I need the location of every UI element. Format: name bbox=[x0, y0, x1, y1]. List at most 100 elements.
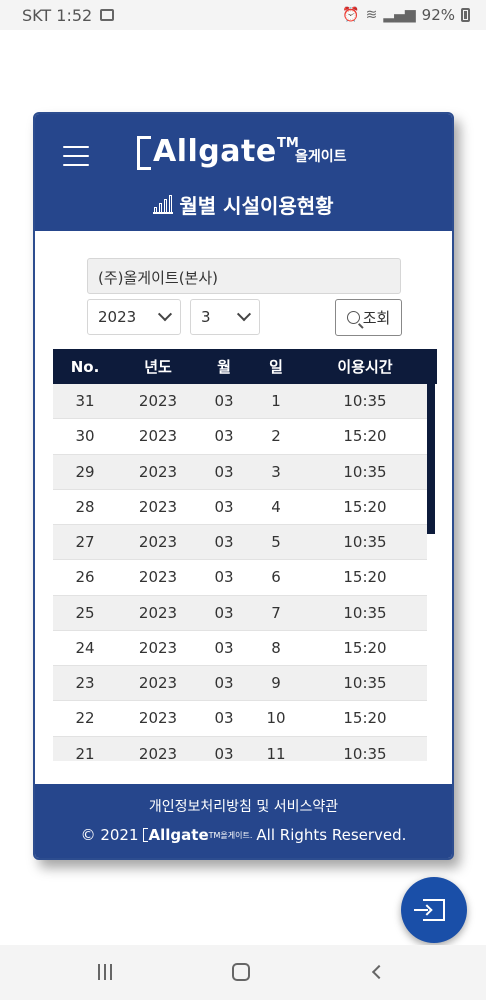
table-row[interactable]: 23 2023 03 9 10:35 bbox=[53, 666, 427, 702]
table-body: 31 2023 03 1 10:35 30 2023 03 2 15:20 29… bbox=[53, 384, 427, 761]
cell-usage-time: 15:20 bbox=[343, 497, 387, 516]
table-row[interactable]: 31 2023 03 1 10:35 bbox=[53, 384, 427, 420]
month-select[interactable]: 3 bbox=[190, 299, 260, 335]
chevron-down-icon bbox=[236, 307, 252, 322]
footer-logo-bracket bbox=[142, 828, 148, 842]
cell-year: 2023 bbox=[138, 497, 178, 516]
cell-year: 2023 bbox=[138, 392, 178, 411]
cell-year: 2023 bbox=[138, 638, 178, 657]
allgate-logo: Allgate TM 올게이트 bbox=[137, 134, 357, 174]
cell-year: 2023 bbox=[138, 674, 178, 693]
alarm-icon: ⏰ bbox=[342, 7, 360, 23]
logo-korean: 올게이트 bbox=[295, 149, 347, 165]
cell-year: 2023 bbox=[138, 462, 178, 481]
cell-year: 2023 bbox=[138, 603, 178, 622]
year-select[interactable]: 2023 bbox=[87, 299, 181, 335]
cell-month: 03 bbox=[214, 744, 234, 761]
cell-day: 1 bbox=[271, 392, 281, 411]
signal-icon: ▂▄▆ bbox=[383, 7, 416, 23]
column-header-month: 월 bbox=[217, 358, 231, 376]
hamburger-icon[interactable] bbox=[63, 146, 89, 166]
bar-chart-icon bbox=[153, 194, 174, 214]
privacy-terms-link[interactable]: 개인정보처리방침 및 서비스약관 bbox=[35, 796, 452, 816]
cell-no: 21 bbox=[75, 744, 95, 761]
footer-logo-text: Allgate bbox=[148, 826, 209, 844]
table-row[interactable]: 22 2023 03 10 15:20 bbox=[53, 701, 427, 737]
cell-usage-time: 15:20 bbox=[343, 427, 387, 446]
chevron-down-icon bbox=[157, 307, 173, 322]
table-row[interactable]: 28 2023 03 4 15:20 bbox=[53, 489, 427, 525]
column-header-year: 년도 bbox=[144, 358, 172, 376]
table-row[interactable]: 25 2023 03 7 10:35 bbox=[53, 595, 427, 631]
cell-month: 03 bbox=[214, 427, 234, 446]
table-row[interactable]: 21 2023 03 11 10:35 bbox=[53, 736, 427, 761]
footer-logo-small: TM올게이트. bbox=[208, 830, 253, 840]
recent-apps-button[interactable] bbox=[92, 959, 118, 985]
cell-year: 2023 bbox=[138, 533, 178, 552]
search-button[interactable]: 조회 bbox=[335, 299, 402, 336]
cell-month: 03 bbox=[214, 638, 234, 657]
table-header: No. 년도 월 일 이용시간 bbox=[53, 349, 437, 384]
logo-text: Allgate bbox=[153, 134, 277, 169]
table-row[interactable]: 29 2023 03 3 10:35 bbox=[53, 454, 427, 490]
cell-day: 11 bbox=[266, 744, 286, 761]
column-header-no: No. bbox=[70, 357, 100, 376]
cell-no: 27 bbox=[75, 533, 95, 552]
cell-year: 2023 bbox=[138, 568, 178, 587]
home-button[interactable] bbox=[228, 959, 254, 985]
cell-month: 03 bbox=[214, 462, 234, 481]
navigation-bar bbox=[0, 945, 486, 1000]
table-row[interactable]: 26 2023 03 6 15:20 bbox=[53, 560, 427, 596]
column-header-day: 일 bbox=[269, 358, 283, 376]
copyright: © 2021 Allgate TM올게이트. All Rights Reserv… bbox=[35, 826, 452, 844]
wifi-icon: ≋ bbox=[365, 7, 378, 23]
cell-no: 22 bbox=[75, 709, 95, 728]
cell-no: 25 bbox=[75, 603, 95, 622]
cell-usage-time: 10:35 bbox=[343, 533, 387, 552]
page-title-row: 월별 시설이용현황 bbox=[35, 190, 452, 219]
table-scrollbar[interactable] bbox=[427, 384, 435, 534]
cell-day: 8 bbox=[271, 638, 281, 657]
gallery-icon bbox=[100, 9, 115, 21]
cell-month: 03 bbox=[214, 568, 234, 587]
table-row[interactable]: 30 2023 03 2 15:20 bbox=[53, 419, 427, 455]
cell-usage-time: 15:20 bbox=[343, 568, 387, 587]
cell-usage-time: 10:35 bbox=[343, 744, 387, 761]
year-value: 2023 bbox=[98, 308, 137, 326]
cell-usage-time: 10:35 bbox=[343, 462, 387, 481]
usage-table: No. 년도 월 일 이용시간 31 2023 03 1 10:35 30 20… bbox=[53, 349, 437, 761]
cell-usage-time: 10:35 bbox=[343, 674, 387, 693]
table-row[interactable]: 24 2023 03 8 15:20 bbox=[53, 630, 427, 666]
cell-month: 03 bbox=[214, 392, 234, 411]
cell-year: 2023 bbox=[138, 709, 178, 728]
page-title: 월별 시설이용현황 bbox=[179, 194, 334, 218]
battery-percent: 92% bbox=[421, 6, 455, 24]
cell-no: 30 bbox=[75, 427, 95, 446]
cell-day: 4 bbox=[271, 497, 281, 516]
carrier-time: SKT 1:52 bbox=[22, 5, 93, 25]
site-select[interactable]: (주)올게이트(본사) bbox=[87, 258, 401, 294]
status-left: SKT 1:52 bbox=[22, 5, 115, 25]
cell-year: 2023 bbox=[138, 744, 178, 761]
cell-day: 7 bbox=[271, 603, 281, 622]
cell-day: 2 bbox=[271, 427, 281, 446]
month-value: 3 bbox=[201, 308, 211, 326]
battery-icon bbox=[461, 8, 470, 22]
cell-no: 23 bbox=[75, 674, 95, 693]
status-bar: SKT 1:52 ⏰ ≋ ▂▄▆ 92% bbox=[0, 0, 486, 30]
cell-usage-time: 10:35 bbox=[343, 603, 387, 622]
cell-day: 9 bbox=[271, 674, 281, 693]
copyright-suffix: All Rights Reserved. bbox=[256, 826, 407, 844]
cell-day: 6 bbox=[271, 568, 281, 587]
back-button[interactable] bbox=[366, 959, 392, 985]
search-icon bbox=[346, 311, 360, 324]
footer-logo: Allgate TM올게이트. bbox=[142, 826, 253, 844]
copyright-prefix: © 2021 bbox=[80, 826, 139, 844]
table-row[interactable]: 27 2023 03 5 10:35 bbox=[53, 525, 427, 561]
cell-month: 03 bbox=[214, 533, 234, 552]
card-footer: 개인정보처리방침 및 서비스약관 © 2021 Allgate TM올게이트. … bbox=[35, 784, 452, 858]
column-header-usage-time: 이용시간 bbox=[337, 358, 393, 376]
exit-button[interactable] bbox=[401, 877, 467, 943]
exit-icon bbox=[414, 899, 445, 921]
cell-no: 26 bbox=[75, 568, 95, 587]
